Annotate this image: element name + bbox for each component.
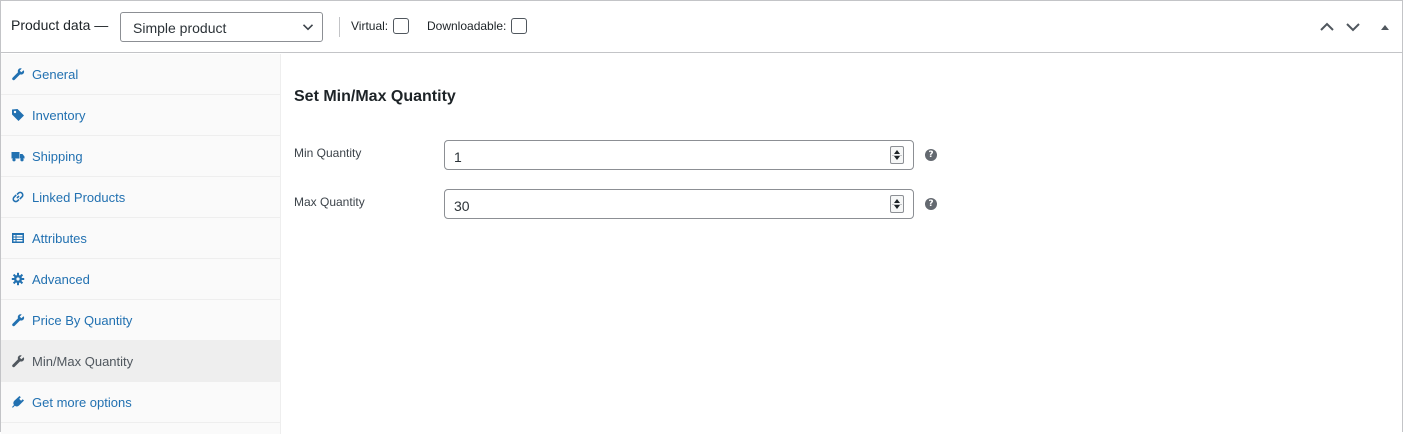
wrench-icon (12, 355, 25, 368)
help-icon[interactable]: ? (925, 149, 937, 161)
list-icon (12, 233, 24, 243)
max-quantity-label: Max Quantity (294, 195, 365, 209)
tab-label: Linked Products (32, 190, 126, 205)
triangle-up-icon (1381, 25, 1389, 30)
max-quantity-input[interactable]: 30 (444, 189, 914, 219)
product-type-select[interactable]: Simple product (120, 12, 323, 42)
downloadable-checkbox[interactable] (511, 18, 527, 34)
header-divider (339, 17, 340, 37)
product-data-header: Product data — Simple product Virtual: D… (1, 1, 1402, 53)
tab-label: Get more options (32, 395, 132, 410)
spin-down-icon[interactable] (894, 156, 900, 160)
tab-general[interactable]: General (1, 54, 280, 95)
section-title: Set Min/Max Quantity (294, 88, 456, 105)
tab-label: Price By Quantity (32, 313, 133, 328)
help-icon[interactable]: ? (925, 198, 937, 210)
tab-min-max-quantity[interactable]: Min/Max Quantity (1, 341, 280, 382)
virtual-checkbox[interactable] (393, 18, 409, 34)
product-type-value: Simple product (133, 20, 227, 36)
min-quantity-label: Min Quantity (294, 146, 362, 160)
move-down-button[interactable] (1344, 18, 1362, 36)
max-quantity-spinner[interactable] (890, 195, 904, 213)
min-quantity-value: 1 (454, 149, 462, 165)
tab-label: Min/Max Quantity (32, 354, 134, 369)
product-data-panel: Product data — Simple product Virtual: D… (0, 0, 1403, 434)
spin-up-icon[interactable] (894, 199, 900, 203)
truck-icon (11, 152, 25, 162)
product-data-tabs: General Inventory Shipping Linked Produc… (1, 54, 281, 434)
tab-shipping[interactable]: Shipping (1, 136, 280, 177)
tab-linked-products[interactable]: Linked Products (1, 177, 280, 218)
min-quantity-spinner[interactable] (890, 146, 904, 164)
link-icon (12, 191, 24, 203)
spin-down-icon[interactable] (894, 205, 900, 209)
wrench-icon (12, 314, 25, 327)
tab-label: General (32, 67, 79, 82)
tab-label: Shipping (32, 149, 83, 164)
tag-icon (12, 109, 24, 121)
min-max-quantity-panel: Set Min/Max Quantity Min Quantity 1 ? Ma… (282, 54, 1402, 434)
chevron-up-icon (1320, 22, 1334, 31)
tab-inventory[interactable]: Inventory (1, 95, 280, 136)
tab-get-more-options[interactable]: Get more options (1, 382, 280, 423)
plugin-icon (12, 396, 24, 408)
tab-advanced[interactable]: Advanced (1, 259, 280, 300)
max-quantity-value: 30 (454, 198, 470, 214)
gear-icon (11, 272, 25, 286)
min-quantity-input[interactable]: 1 (444, 140, 914, 170)
wrench-icon (12, 68, 25, 81)
tab-label: Advanced (32, 272, 90, 287)
virtual-label: Virtual: (351, 19, 389, 33)
panel-title: Product data — (11, 17, 109, 33)
tab-label: Attributes (32, 231, 87, 246)
tab-price-by-quantity[interactable]: Price By Quantity (1, 300, 280, 341)
toggle-panel-button[interactable] (1376, 18, 1394, 36)
move-up-button[interactable] (1318, 18, 1336, 36)
tab-attributes[interactable]: Attributes (1, 218, 280, 259)
spin-up-icon[interactable] (894, 150, 900, 154)
tab-label: Inventory (32, 108, 86, 123)
chevron-down-icon (302, 24, 314, 31)
downloadable-label: Downloadable: (427, 19, 507, 33)
chevron-down-icon (1346, 23, 1360, 32)
